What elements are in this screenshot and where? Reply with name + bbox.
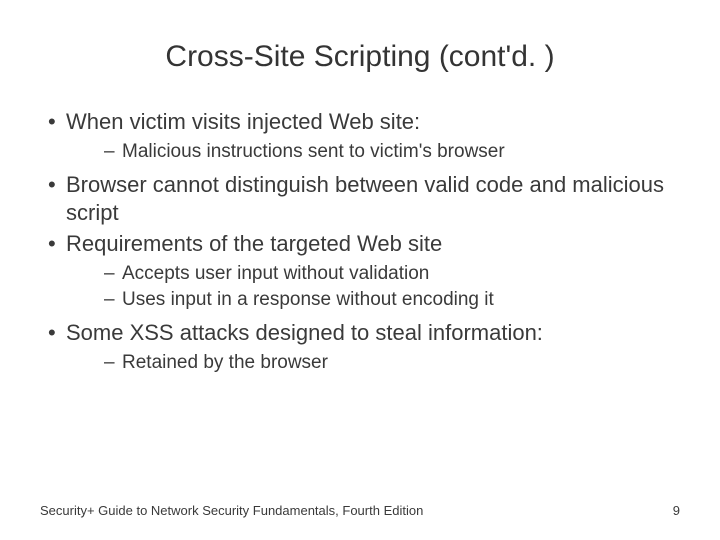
- sub-list: Malicious instructions sent to victim's …: [66, 140, 680, 164]
- sub-list: Retained by the browser: [66, 351, 680, 375]
- bullet-text: Browser cannot distinguish between valid…: [66, 172, 664, 225]
- list-item: When victim visits injected Web site: Ma…: [40, 108, 680, 163]
- sub-list-item: Accepts user input without validation: [66, 262, 680, 286]
- sub-list-item: Retained by the browser: [66, 351, 680, 375]
- sub-list: Accepts user input without validation Us…: [66, 262, 680, 312]
- list-item: Browser cannot distinguish between valid…: [40, 171, 680, 226]
- list-item: Some XSS attacks designed to steal infor…: [40, 319, 680, 374]
- footer: Security+ Guide to Network Security Fund…: [40, 503, 680, 518]
- bullet-text: Requirements of the targeted Web site: [66, 231, 442, 256]
- footer-source: Security+ Guide to Network Security Fund…: [40, 503, 423, 518]
- list-item: Requirements of the targeted Web site Ac…: [40, 230, 680, 311]
- slide-title: Cross-Site Scripting (cont'd. ): [40, 40, 680, 74]
- slide: Cross-Site Scripting (cont'd. ) When vic…: [0, 0, 720, 540]
- sub-list-item: Uses input in a response without encodin…: [66, 288, 680, 312]
- bullet-text: Some XSS attacks designed to steal infor…: [66, 320, 543, 345]
- bullet-text: When victim visits injected Web site:: [66, 109, 420, 134]
- bullet-list: When victim visits injected Web site: Ma…: [40, 108, 680, 375]
- page-number: 9: [673, 503, 680, 518]
- sub-list-item: Malicious instructions sent to victim's …: [66, 140, 680, 164]
